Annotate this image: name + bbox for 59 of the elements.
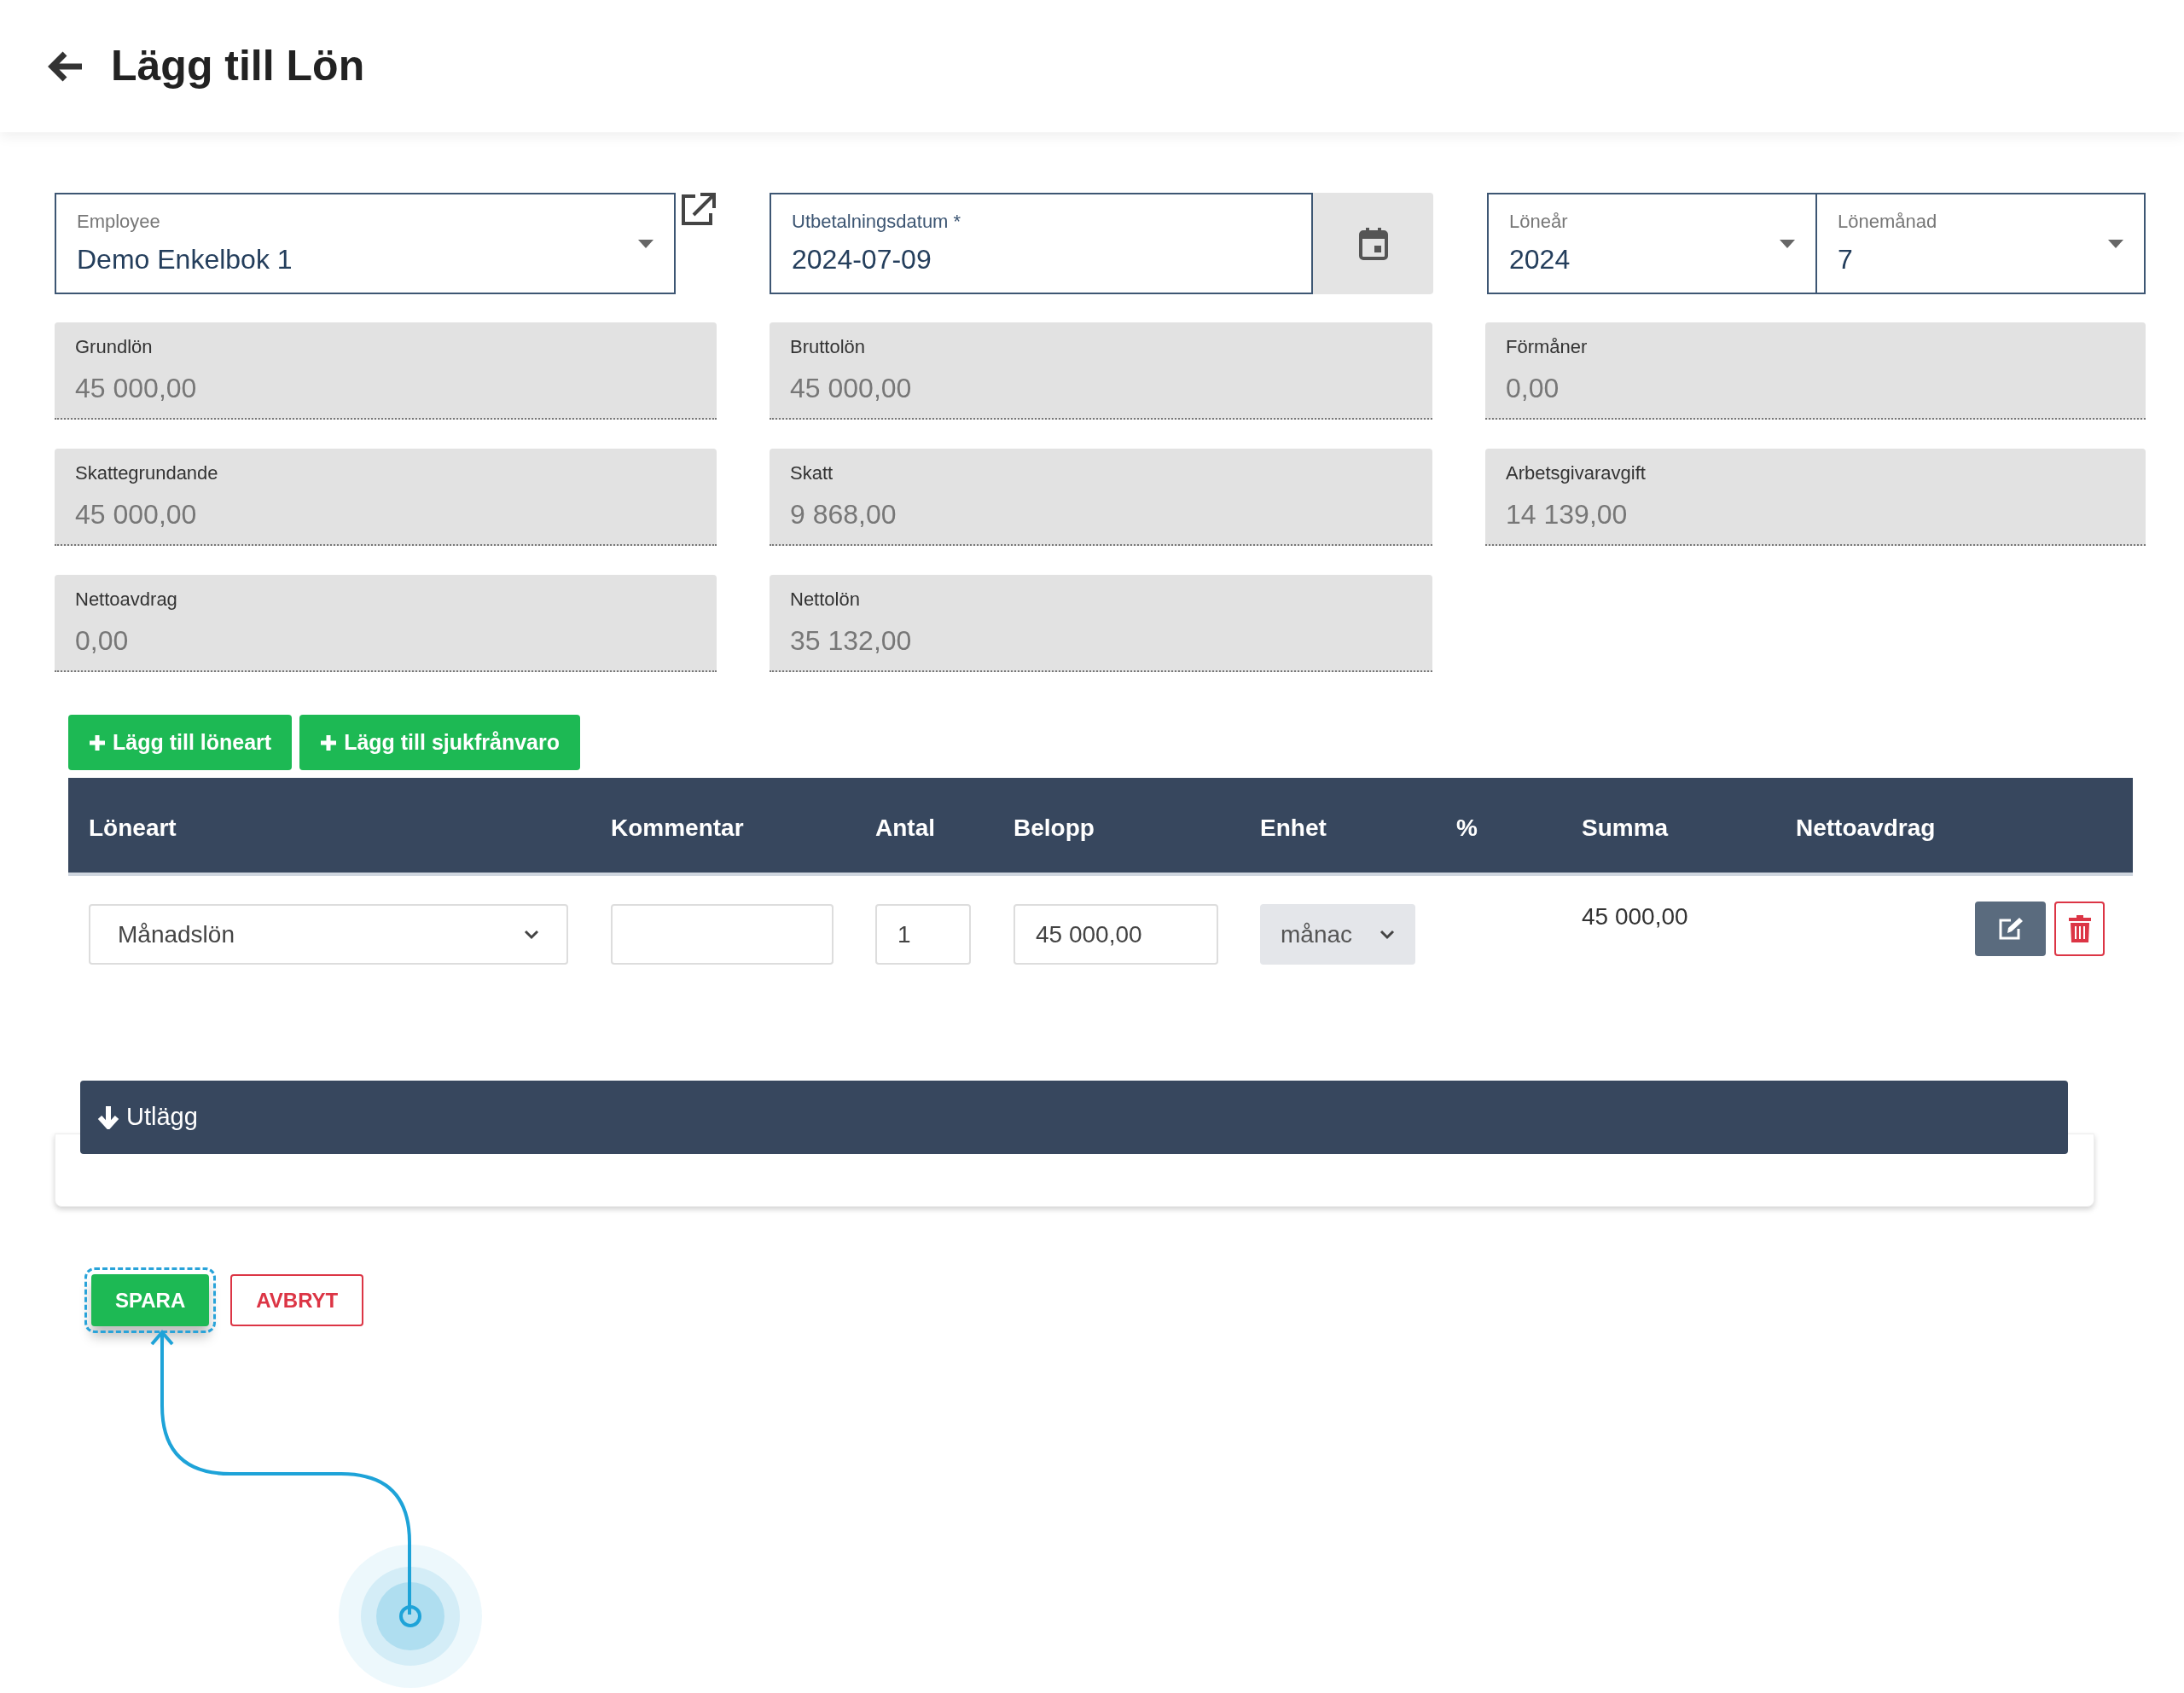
chevron-down-icon: [524, 929, 539, 940]
field-value: 2024: [1509, 243, 1571, 276]
field-value: 2024-07-09: [792, 243, 932, 276]
quantity-input[interactable]: 1: [875, 904, 971, 965]
field-value: 9 868,00: [790, 497, 897, 531]
field-label: Nettolön: [790, 587, 861, 612]
sum-text: 45 000,00: [1582, 902, 1688, 931]
back-arrow-icon[interactable]: [48, 49, 84, 83]
calendar-button[interactable]: [1313, 193, 1433, 294]
column-header: Kommentar: [611, 814, 744, 843]
column-header: Belopp: [1014, 814, 1095, 843]
action-button[interactable]: AVBRYT: [230, 1274, 364, 1326]
column-header: Löneart: [89, 814, 177, 843]
chevron-down-icon: [1380, 929, 1395, 940]
delete-button[interactable]: [2054, 902, 2105, 956]
dropdown-caret-icon: [1780, 239, 1795, 248]
column-header: Nettoavdrag: [1796, 814, 1936, 843]
field-label: Utbetalningsdatum *: [792, 210, 962, 234]
field-label: Nettoavdrag: [75, 587, 178, 612]
dropdown-caret-icon: [638, 239, 653, 248]
plus-icon: [89, 733, 106, 751]
field-label: Löneår: [1509, 210, 1569, 234]
field-label: Lönemånad: [1838, 210, 1938, 234]
comment-input[interactable]: [611, 904, 834, 965]
month-select[interactable]: Lönemånad 7: [1815, 193, 2146, 294]
column-header: %: [1456, 814, 1478, 843]
dropdown-caret-icon: [2108, 239, 2123, 248]
field-label: Skatt: [790, 461, 834, 485]
year-select[interactable]: Löneår 2024: [1487, 193, 1817, 294]
date-field[interactable]: Utbetalningsdatum * 2024-07-09: [770, 193, 1313, 294]
trash-icon: [2068, 915, 2091, 942]
field-label: Grundlön: [75, 334, 154, 359]
field-label: Arbetsgivaravgift: [1506, 461, 1647, 485]
field-value: 45 000,00: [790, 371, 913, 405]
field-value: Demo Enkelbok 1: [77, 243, 293, 276]
click-indicator-icon: [338, 1544, 483, 1689]
column-header: Enhet: [1260, 814, 1327, 843]
field-value: 45 000,00: [75, 497, 198, 531]
arrow-down-icon: [97, 1105, 119, 1129]
field-value: 35 132,00: [790, 623, 913, 658]
field-value: 14 139,00: [1506, 497, 1629, 531]
plus-icon: [320, 733, 338, 751]
field-value: 0,00: [75, 623, 130, 658]
column-header: Summa: [1582, 814, 1669, 843]
field-value: 45 000,00: [75, 371, 198, 405]
field-label: Skattegrundande: [75, 461, 219, 485]
expense-section-header[interactable]: Utlägg: [80, 1081, 2068, 1154]
page-title: Lägg till Lön: [111, 41, 365, 91]
field-label: Employee: [77, 210, 161, 234]
select-field[interactable]: Månadslön: [89, 904, 568, 965]
employee-select[interactable]: Employee Demo Enkelbok 1: [55, 193, 676, 294]
edit-button[interactable]: [1975, 902, 2046, 956]
field-value: 7: [1838, 243, 1854, 276]
field-value: 0,00: [1506, 371, 1560, 405]
column-header: Antal: [875, 814, 935, 843]
calendar-icon: [1357, 226, 1389, 261]
field-label: Förmåner: [1506, 334, 1589, 359]
amount-input[interactable]: 45 000,00: [1014, 904, 1218, 965]
field-label: Bruttolön: [790, 334, 867, 359]
